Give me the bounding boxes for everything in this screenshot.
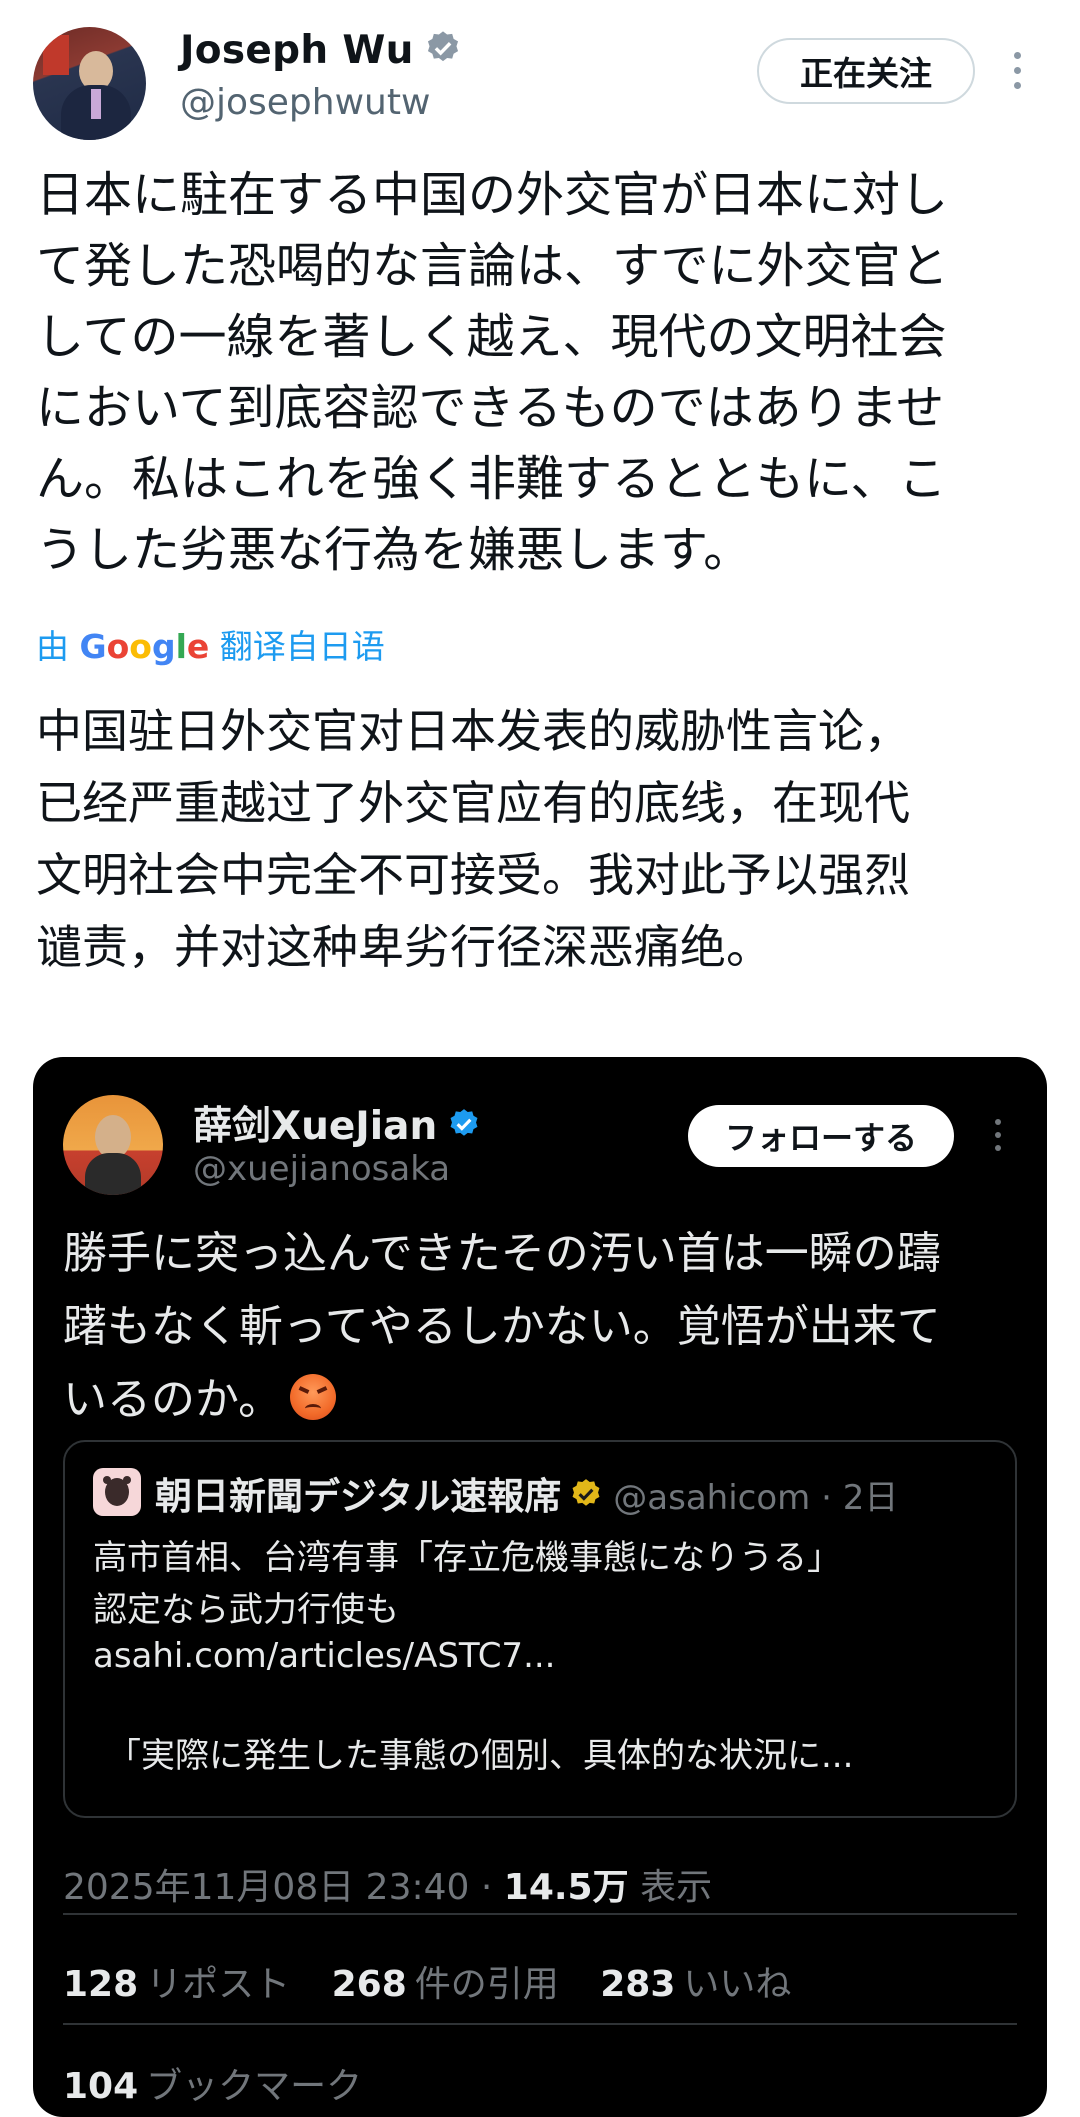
embedded-post-text: 勝手に突っ込んできたその汚い首は一瞬の躊 躇もなく斬ってやるしかない。覚悟が出来… (63, 1217, 1023, 1436)
quoted-excerpt: 「実際に発生した事態の個別、具体的な状況に... (107, 1736, 854, 1776)
quoted-post: 朝日新聞デジタル速報席 @asahicom · 2日 高市首相、台湾有事「存立危機… (63, 1440, 1017, 1818)
embedded-author-name-row: 薛剑XueJian (193, 1095, 481, 1151)
following-button[interactable]: 正在关注 (757, 38, 975, 104)
divider (63, 2023, 1017, 2025)
embedded-author-avatar (63, 1095, 163, 1195)
quotes-count: 268 (331, 1964, 407, 2005)
angry-face-icon (290, 1374, 337, 1420)
reposts-label: リポスト (146, 1964, 291, 2005)
author-handle[interactable]: @josephwutw (180, 82, 430, 123)
divider (63, 1913, 1017, 1915)
google-logo: Google (79, 627, 210, 666)
asahi-avatar-icon (93, 1468, 141, 1516)
embedded-views-label: 表示 (640, 1867, 713, 1908)
embedded-author-handle: @xuejianosaka (193, 1149, 451, 1189)
embedded-timestamp: 2025年11月08日 23:40 (63, 1867, 470, 1908)
bookmarks-row: 104 ブックマーク (63, 2057, 362, 2109)
verified-badge-icon (424, 29, 462, 77)
bookmarks-label: ブックマーク (146, 2066, 363, 2107)
reposts-count: 128 (63, 1964, 139, 2005)
embedded-follow-button: フォローする (688, 1105, 954, 1167)
more-options-icon[interactable] (1014, 52, 1024, 97)
embedded-timestamp-row: 2025年11月08日 23:40 · 14.5万 表示 (63, 1867, 713, 1908)
verified-badge-icon (447, 1106, 481, 1151)
flag-shape (43, 35, 69, 75)
likes-label: いいね (683, 1964, 792, 2005)
translate-suffix: 翻译自日语 (219, 627, 385, 666)
quoted-text: 高市首相、台湾有事「存立危機事態になりうる」 認定なら武力行使も (93, 1538, 841, 1630)
author-name-row[interactable]: Joseph Wu (180, 28, 462, 77)
embedded-post-image[interactable]: 薛剑XueJian @xuejianosaka フォローする 勝手に突っ込んでき… (33, 1057, 1047, 2117)
quoted-author-name: 朝日新聞デジタル速報席 (155, 1475, 562, 1518)
translation-note[interactable]: 由 Google 翻译自日语 (36, 620, 385, 668)
quoted-time: 2日 (842, 1478, 899, 1518)
quoted-link: asahi.com/articles/ASTC7... (93, 1636, 556, 1676)
quotes-label: 件の引用 (414, 1964, 559, 2005)
embedded-stats-row: 128 リポスト 268 件の引用 283 いいね (63, 1955, 821, 2007)
embedded-text-body: 勝手に突っ込んできたその汚い首は一瞬の躊 躇もなく斬ってやるしかない。覚悟が出来… (63, 1228, 941, 1425)
bookmarks-count: 104 (63, 2066, 139, 2107)
translated-text: 中国驻日外交官对日本发表的威胁性言论， 已经严重越过了外交官应有的底线，在现代 … (36, 704, 910, 974)
author-avatar[interactable] (33, 27, 146, 140)
author-name[interactable]: Joseph Wu (180, 28, 414, 73)
translate-prefix: 由 (36, 627, 69, 666)
avatar-tie (91, 89, 101, 119)
quoted-author-handle: @asahicom (613, 1478, 811, 1518)
post-text: 日本に駐在する中国の外交官が日本に対し て発した恐喝的な言論は、すでに外交官と … (36, 167, 949, 578)
embedded-more-icon (995, 1119, 1001, 1158)
embedded-views-count: 14.5万 (503, 1867, 629, 1908)
embedded-author-name: 薛剑XueJian (193, 1104, 438, 1149)
likes-count: 283 (600, 1964, 676, 2005)
gold-verified-badge-icon (569, 1477, 603, 1520)
quoted-author-row: 朝日新聞デジタル速報席 @asahicom · 2日 (155, 1475, 899, 1520)
